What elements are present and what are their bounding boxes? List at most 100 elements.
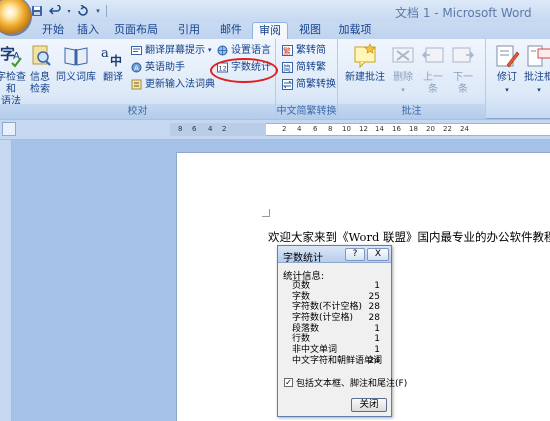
previous-comment-button[interactable]: 上一 条 — [420, 43, 446, 96]
translate-label: 翻译 — [103, 72, 123, 83]
undo-dropdown-icon[interactable]: ▾ — [66, 4, 72, 18]
track-changes-label: 修订 — [497, 72, 517, 83]
next-comment-button[interactable]: 下一 条 — [450, 43, 476, 96]
chinese-conversion-button[interactable]: 简繁转换 — [282, 78, 336, 91]
statistics-list: 页数 1 字数 25 字符数(不计空格) 28 字符数(计空格) 28 段落数 1 行数 1 非中文单词… — [283, 281, 386, 367]
svg-text:繁: 繁 — [283, 46, 291, 56]
spelling-icon: 字A — [0, 43, 24, 69]
ruler-left-margin — [170, 123, 266, 136]
simplified-to-traditional-icon: 简 — [282, 62, 293, 73]
stat-value: 28 — [368, 302, 380, 313]
screentip-icon — [131, 46, 142, 55]
tab-insert[interactable]: 插入 — [72, 22, 104, 39]
stat-row: 字符数(计空格) 28 — [283, 313, 386, 324]
tab-home[interactable]: 开始 — [34, 22, 72, 39]
new-comment-icon — [352, 43, 378, 69]
english-assistant-label: 英语助手 — [145, 62, 185, 73]
include-textboxes-label: 包括文本框、脚注和尾注(F) — [296, 379, 408, 389]
next-comment-icon — [450, 43, 476, 69]
stat-value: 1 — [374, 281, 380, 291]
tab-add-ins[interactable]: 加载项 — [332, 22, 378, 39]
ruler-number: 20 — [426, 125, 435, 133]
balloons-dropdown-icon: ▾ — [537, 86, 541, 94]
traditional-to-simplified-button[interactable]: 繁 繁转简 — [282, 44, 326, 57]
balloons-label: 批注框 — [524, 72, 550, 83]
redo-icon[interactable] — [76, 4, 90, 18]
previous-comment-icon — [420, 43, 446, 69]
translate-screentip-label: 翻译屏幕提示 — [145, 45, 205, 56]
undo-icon[interactable] — [48, 4, 62, 18]
include-textboxes-option[interactable]: ✓ 包括文本框、脚注和尾注(F) — [284, 376, 407, 389]
dialog-title: 字数统计 — [283, 253, 323, 264]
research-label: 信息 — [30, 72, 50, 83]
balloons-icon — [526, 43, 550, 69]
stat-row: 非中文单词 1 — [283, 345, 386, 356]
screentip-dropdown-icon: ▾ — [208, 46, 212, 54]
ruler-number: 22 — [443, 125, 452, 133]
document-text[interactable]: 欢迎大家来到《Word 联盟》国内最专业的办公软件教程网! — [268, 229, 550, 245]
simplified-to-traditional-button[interactable]: 简 简转繁 — [282, 61, 326, 74]
stat-row: 段落数 1 — [283, 324, 386, 335]
traditional-to-simplified-icon: 繁 — [282, 45, 293, 56]
thesaurus-button[interactable]: 同义词库 — [56, 43, 96, 84]
balloons-button[interactable]: 批注框 ▾ — [524, 43, 550, 96]
tab-page-layout[interactable]: 页面布局 — [104, 22, 168, 39]
close-button[interactable]: 关闭 — [351, 398, 387, 412]
include-textboxes-checkbox[interactable]: ✓ — [284, 378, 293, 387]
dialog-body: 统计信息: 页数 1 字数 25 字符数(不计空格) 28 字符数(计空格) 28 段落数 1 行数… — [278, 263, 391, 367]
new-comment-button[interactable]: 新建批注 — [344, 43, 386, 84]
title-bar: ▾ ▾ 文档 1 - Microsoft Word — [0, 0, 550, 22]
delete-dropdown-icon: ▾ — [401, 86, 405, 94]
translate-screentip-button[interactable]: 翻译屏幕提示 ▾ — [131, 44, 212, 57]
update-ime-label: 更新输入法词典 — [145, 79, 215, 90]
ruler-number: 8 — [328, 125, 333, 133]
tracking-group: 修订 ▾ 批注框 ▾ — [486, 39, 550, 119]
tab-review[interactable]: 审阅 — [252, 22, 288, 39]
chinese-conversion-label: 简繁转换 — [296, 79, 336, 90]
tab-mailings[interactable]: 邮件 — [210, 22, 252, 39]
stat-label: 页数 — [292, 281, 311, 291]
dialog-close-icon[interactable]: X — [367, 248, 389, 261]
ruler-number: 12 — [359, 125, 368, 133]
english-assistant-button[interactable]: A 英语助手 — [131, 61, 185, 74]
stat-row: 行数 1 — [283, 334, 386, 345]
update-ime-icon — [131, 79, 142, 90]
save-icon[interactable] — [30, 4, 44, 18]
customize-icon[interactable]: ▾ — [94, 4, 102, 18]
ruler-number: 14 — [375, 125, 384, 133]
stat-row: 字数 25 — [283, 292, 386, 303]
translate-button[interactable]: a中 翻译 — [99, 43, 127, 84]
simplified-to-traditional-label: 简转繁 — [296, 62, 326, 73]
translate-icon: a中 — [100, 43, 126, 69]
set-language-button[interactable]: 设置语言 — [217, 44, 271, 57]
stat-label: 段落数 — [292, 323, 320, 334]
svg-text:A: A — [134, 65, 139, 73]
ruler-number: 2 — [282, 125, 287, 133]
stat-label: 行数 — [292, 334, 311, 345]
tab-selector[interactable] — [2, 122, 16, 136]
svg-text:中: 中 — [110, 53, 122, 68]
stat-label: 非中文单词 — [292, 345, 338, 356]
tab-references[interactable]: 引用 — [168, 22, 210, 39]
research-button[interactable]: 信息 检索 — [28, 43, 52, 96]
ruler-number: 18 — [409, 125, 418, 133]
track-changes-icon — [494, 43, 520, 69]
ribbon: 字A 字检查和 语法 信息 检索 同义词库 a中 翻译 翻译屏幕提示 ▾ A 英… — [0, 39, 550, 119]
track-changes-button[interactable]: 修订 ▾ — [492, 43, 522, 96]
stat-row: 中文字符和朝鲜语单词 24 — [283, 356, 386, 367]
vertical-ruler[interactable] — [0, 140, 12, 421]
stat-value: 1 — [374, 345, 380, 356]
dialog-title-bar: 字数统计 ? X — [278, 246, 391, 264]
stat-value: 24 — [368, 355, 380, 366]
word-count-dialog: 字数统计 ? X 统计信息: 页数 1 字数 25 字符数(不计空格) 28 字符数(计空格… — [277, 245, 407, 417]
update-ime-button[interactable]: 更新输入法词典 — [131, 78, 215, 91]
ruler-number: 24 — [460, 125, 469, 133]
previous-comment-label: 上一 — [423, 72, 443, 83]
help-button[interactable]: ? — [345, 248, 365, 261]
spelling-grammar-button[interactable]: 字A 字检查和 语法 — [0, 43, 26, 108]
horizontal-ruler-bar: 8 6 4 2 2 4 6 8 10 12 14 16 18 20 22 24 — [0, 120, 550, 140]
tab-view[interactable]: 视图 — [288, 22, 332, 39]
svg-text:a: a — [101, 46, 109, 61]
track-changes-dropdown-icon: ▾ — [505, 86, 509, 94]
delete-comment-button[interactable]: 删除 ▾ — [390, 43, 416, 96]
